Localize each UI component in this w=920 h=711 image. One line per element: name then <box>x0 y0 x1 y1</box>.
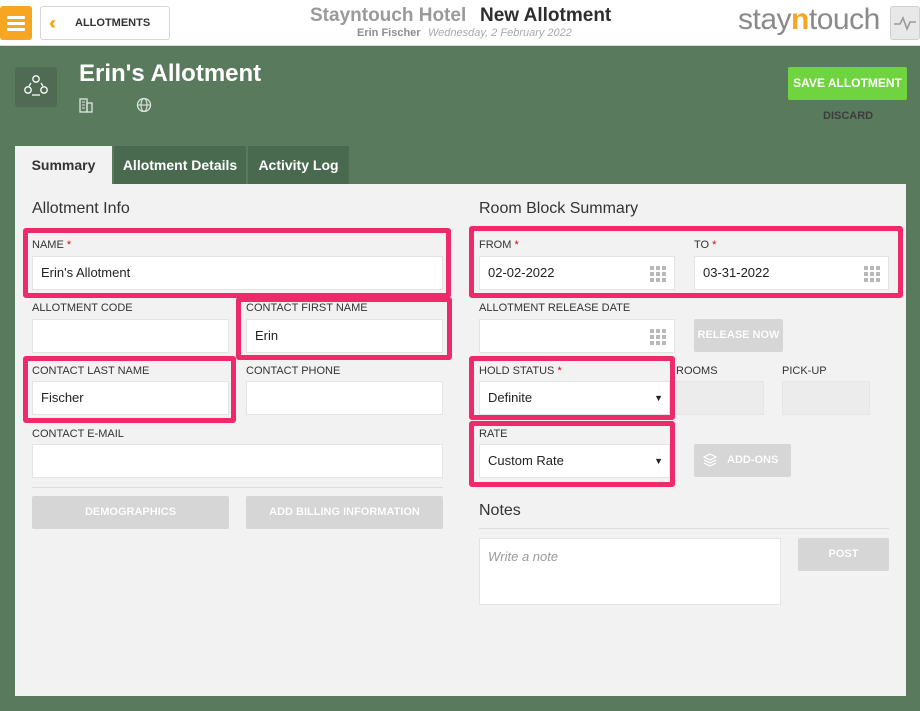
room-block-summary-heading: Room Block Summary <box>479 200 639 217</box>
rate-value: Custom Rate <box>488 453 564 468</box>
rooms-label: ROOMS <box>676 365 718 377</box>
to-date-value: 03-31-2022 <box>703 265 770 280</box>
contact-first-name-label: CONTACT FIRST NAME <box>246 302 368 314</box>
back-to-allotments-button[interactable]: ‹‹ ALLOTMENTS <box>40 6 170 40</box>
to-label: TO * <box>694 239 717 251</box>
tab-summary[interactable]: Summary <box>15 146 112 184</box>
allotment-group-icon <box>15 67 57 107</box>
add-ons-label: ADD-ONS <box>727 454 779 466</box>
to-date-field[interactable]: 03-31-2022 <box>694 256 889 290</box>
demographics-button[interactable]: DEMOGRAPHICS <box>32 496 229 529</box>
add-billing-information-button[interactable]: ADD BILLING INFORMATION <box>246 496 443 529</box>
contact-last-name-label: CONTACT LAST NAME <box>32 365 150 377</box>
allotment-code-field[interactable] <box>32 319 229 353</box>
globe-icon[interactable] <box>136 97 152 118</box>
hold-status-select[interactable]: Definite ▼ <box>479 381 670 415</box>
hotel-name: Stayntouch Hotel <box>310 5 467 26</box>
contact-last-name-field[interactable]: Fischer <box>32 381 229 415</box>
add-ons-button[interactable]: ADD-ONS <box>694 444 791 477</box>
from-date-field[interactable]: 02-02-2022 <box>479 256 675 290</box>
calendar-grid-icon[interactable] <box>650 266 666 282</box>
menu-icon[interactable] <box>0 6 32 40</box>
contact-phone-label: CONTACT PHONE <box>246 365 341 377</box>
contact-email-label: CONTACT E-MAIL <box>32 428 124 440</box>
allotment-info-heading: Allotment Info <box>32 200 130 217</box>
from-label: FROM * <box>479 239 519 251</box>
building-icon[interactable] <box>79 97 93 118</box>
divider <box>32 487 443 488</box>
allotment-release-date-label: ALLOTMENT RELEASE DATE <box>479 302 631 314</box>
release-date-field[interactable] <box>479 319 675 353</box>
tab-activity-log[interactable]: Activity Log <box>248 146 349 184</box>
rate-label: RATE <box>479 428 508 440</box>
calendar-grid-icon[interactable] <box>650 329 666 345</box>
note-input[interactable]: Write a note <box>479 538 781 605</box>
dropdown-caret-icon: ▼ <box>654 393 663 403</box>
hold-status-label: HOLD STATUS * <box>479 365 562 377</box>
save-allotment-button[interactable]: SAVE ALLOTMENT <box>788 67 907 100</box>
name-label: NAME * <box>32 239 72 251</box>
back-button-label: ALLOTMENTS <box>75 17 151 29</box>
dropdown-caret-icon: ▼ <box>654 456 663 466</box>
stayntouch-logo: stayntouch <box>738 3 880 36</box>
rate-select[interactable]: Custom Rate ▼ <box>479 444 670 478</box>
page-title: New Allotment <box>480 5 612 26</box>
hold-status-value: Definite <box>488 390 533 405</box>
user-name: Erin Fischer <box>357 27 421 39</box>
name-field[interactable]: Erin's Allotment <box>32 256 443 290</box>
top-bar: ‹‹ ALLOTMENTS Stayntouch Hotel New Allot… <box>0 0 920 46</box>
contact-email-field[interactable] <box>32 444 443 478</box>
calendar-grid-icon[interactable] <box>864 266 880 282</box>
allotment-title: Erin's Allotment <box>79 60 262 87</box>
tab-allotment-details[interactable]: Allotment Details <box>114 146 246 184</box>
divider <box>479 528 889 529</box>
pickup-label: PICK-UP <box>782 365 827 377</box>
contact-first-name-field[interactable]: Erin <box>246 319 443 353</box>
activity-pulse-icon[interactable] <box>890 6 920 40</box>
contact-phone-field[interactable] <box>246 381 443 415</box>
layers-icon <box>703 453 717 467</box>
discard-button[interactable]: DISCARD <box>823 110 873 122</box>
business-date: Wednesday, 2 February 2022 <box>428 27 572 39</box>
release-now-button[interactable]: RELEASE NOW <box>694 319 783 352</box>
from-date-value: 02-02-2022 <box>488 265 555 280</box>
rooms-field <box>676 381 764 415</box>
allotment-code-label: ALLOTMENT CODE <box>32 302 133 314</box>
double-chevron-left-icon: ‹‹ <box>49 13 56 33</box>
post-note-button[interactable]: POST <box>798 538 889 571</box>
notes-heading: Notes <box>479 502 521 519</box>
pickup-field <box>782 381 870 415</box>
